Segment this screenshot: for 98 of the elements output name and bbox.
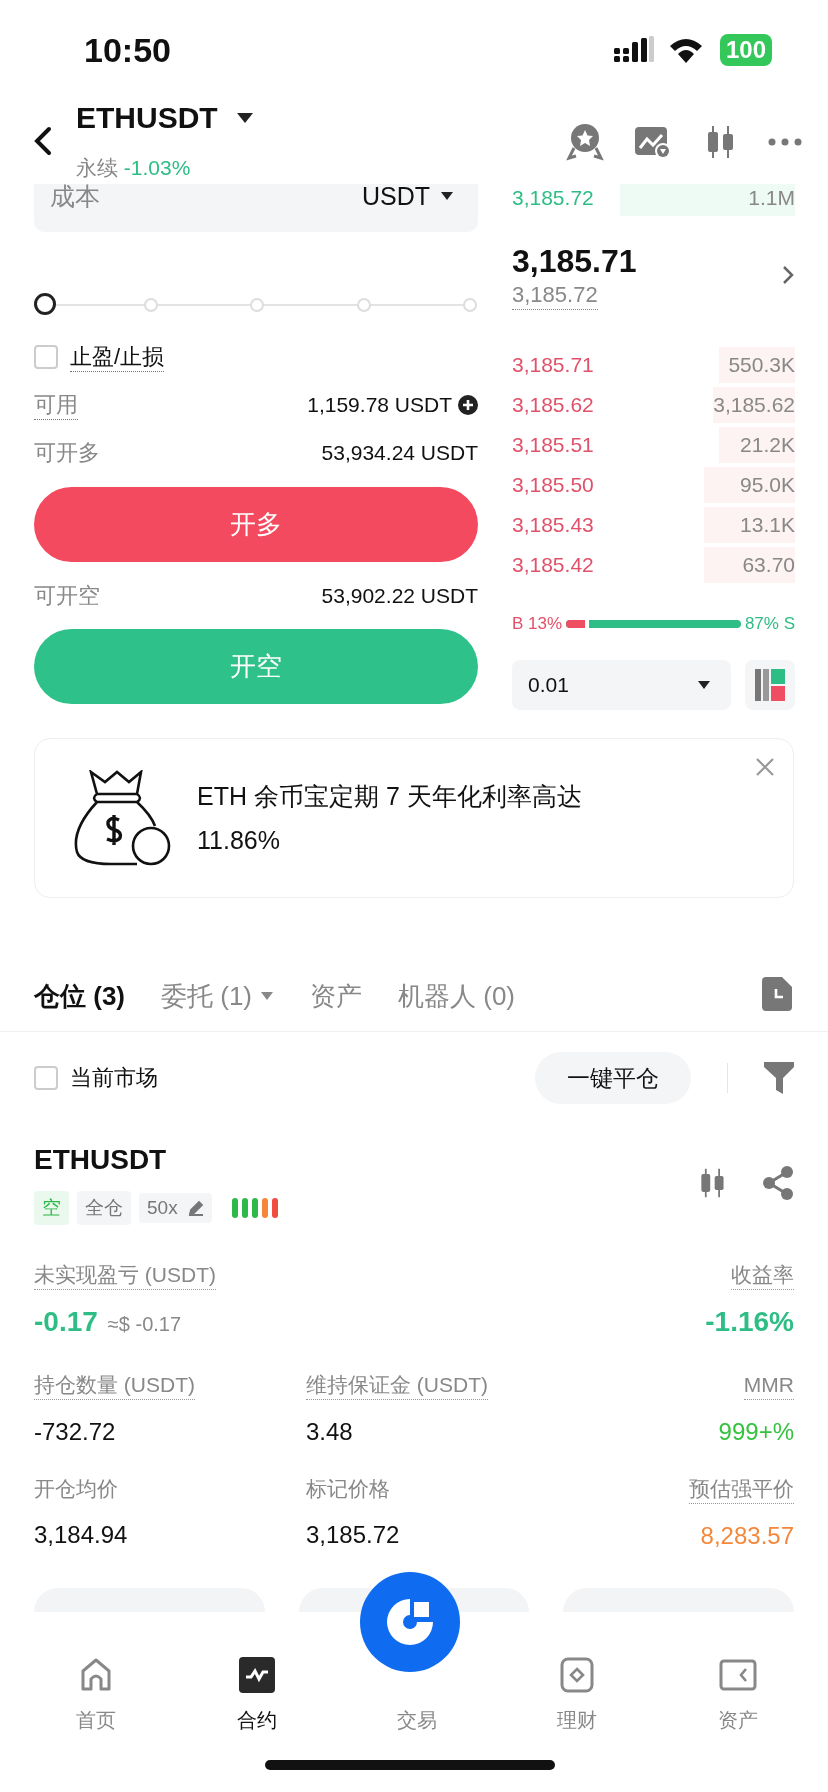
promo-rate: 11.86% [197, 825, 281, 856]
filter-label[interactable]: 当前市场 [70, 1063, 158, 1093]
checkbox[interactable] [34, 1066, 58, 1090]
caret-icon[interactable] [440, 191, 454, 201]
metric-label[interactable]: 未实现盈亏 (USDT) [34, 1260, 216, 1290]
battery-indicator: 100 [719, 34, 772, 66]
precision-value: 0.01 [528, 673, 569, 697]
metric-note: ≈$ -0.17 [107, 1312, 182, 1337]
chart-icon [238, 1657, 275, 1693]
nav-item[interactable]: 理财 [557, 1655, 598, 1734]
chevron-right-icon[interactable] [781, 264, 795, 286]
tp-sl-label[interactable]: 止盈/止损 [70, 342, 165, 372]
order-price[interactable]: 3,185.72 [512, 186, 594, 210]
side-tag: 空 [34, 1191, 69, 1225]
metric-label[interactable]: 持仓数量 (USDT) [34, 1370, 195, 1400]
tab[interactable]: 仓位 (3) [34, 978, 125, 1014]
share-icon[interactable] [762, 1166, 794, 1200]
checkbox[interactable] [34, 345, 58, 369]
max-long-value: 53,934.24 USDT [321, 441, 478, 465]
metric-value: -732.72 [34, 1417, 116, 1447]
metric-label[interactable]: 预估强平价 [689, 1474, 794, 1504]
slider-thumb[interactable] [34, 293, 56, 315]
edit-icon[interactable] [187, 1200, 204, 1216]
cost-label: 成本 [50, 184, 100, 212]
slider-stop[interactable] [143, 298, 158, 312]
chart-alert-icon[interactable] [634, 124, 672, 160]
nav-item[interactable]: 首页 [76, 1655, 117, 1734]
risk-meter [231, 1198, 278, 1218]
order-price[interactable]: 3,185.62 [512, 393, 594, 417]
metric-label[interactable]: 收益率 [731, 1260, 794, 1290]
margin-mode-tag: 全仓 [77, 1191, 131, 1225]
open-short-button[interactable]: 开空 [34, 629, 478, 704]
metric-label[interactable]: MMR [743, 1370, 794, 1400]
layout-button[interactable] [745, 660, 795, 710]
order-amount: 3,185.62 [713, 387, 795, 423]
max-short-value: 53,902.22 USDT [321, 584, 478, 608]
order-price[interactable]: 3,185.51 [512, 433, 594, 457]
symbol-title[interactable]: ETHUSDT [76, 100, 218, 136]
metric-label: 标记价格 [306, 1476, 390, 1502]
open-long-button[interactable]: 开多 [34, 487, 478, 562]
metric-label: 开仓均价 [34, 1476, 118, 1502]
tab[interactable]: 资产 [310, 978, 362, 1014]
layout-icon [755, 669, 785, 701]
order-amount: 21.2K [718, 427, 795, 463]
trade-fab-icon[interactable] [360, 1572, 460, 1672]
slider-stop[interactable] [356, 298, 371, 312]
medal-icon[interactable] [566, 122, 604, 162]
position-symbol[interactable]: ETHUSDT [34, 1142, 696, 1178]
caret-icon[interactable] [235, 112, 254, 124]
order-price[interactable]: 3,185.43 [512, 513, 594, 537]
wallet-icon [718, 1659, 757, 1691]
order-amount: 1.1M [619, 184, 795, 216]
available-value: 1,159.78 USDT [307, 393, 452, 417]
close-all-button[interactable]: 一键平仓 [535, 1052, 691, 1104]
nav-item[interactable]: 交易 [397, 1707, 437, 1734]
metric-value: 3,185.72 [306, 1520, 400, 1550]
promo-text[interactable]: ETH 余币宝定期 7 天年化利率高达 [197, 774, 582, 818]
nav-item[interactable]: 合约 [236, 1655, 277, 1734]
unit-label[interactable]: USDT [361, 184, 430, 211]
order-price[interactable]: 3,185.42 [512, 553, 594, 577]
max-long-label: 可开多 [34, 439, 100, 467]
tab[interactable]: 机器人 (0) [398, 978, 515, 1014]
cost-field[interactable]: 成本 USDT [34, 184, 478, 232]
metric-value: -0.17 [34, 1305, 98, 1339]
caret-icon[interactable] [697, 680, 711, 690]
order-price[interactable]: 3,185.50 [512, 473, 594, 497]
nav-item[interactable]: 资产 [717, 1655, 758, 1734]
order-amount: 63.70 [704, 547, 795, 583]
mark-price: 3,185.72 [512, 280, 598, 310]
metric-value: 3.48 [306, 1417, 353, 1447]
history-icon[interactable] [762, 977, 792, 1011]
metric-value: 999+% [718, 1417, 794, 1447]
price-change: -1.03% [123, 156, 191, 179]
status-time: 10:50 [84, 30, 172, 70]
slider-stop[interactable] [463, 298, 477, 312]
sell-ratio: 87% S [744, 614, 795, 634]
order-amount: 550.3K [718, 347, 795, 383]
leverage-tag[interactable]: 50x [139, 1193, 212, 1223]
more-icon[interactable] [768, 138, 802, 146]
metric-value: 3,184.94 [34, 1520, 128, 1550]
last-price: 3,185.71 [512, 241, 637, 281]
metric-value: 8,283.57 [700, 1521, 794, 1551]
contract-type: 永续 [76, 156, 118, 179]
metric-label[interactable]: 维持保证金 (USDT) [306, 1370, 488, 1400]
available-label: 可用 [34, 390, 78, 420]
order-amount: 95.0K [704, 467, 795, 503]
plus-icon[interactable] [458, 395, 478, 415]
close-icon[interactable] [755, 757, 775, 777]
max-short-label: 可开空 [34, 582, 100, 610]
order-price[interactable]: 3,185.71 [512, 353, 594, 377]
filter-icon[interactable] [764, 1062, 794, 1094]
tab[interactable]: 委托 (1) [161, 978, 274, 1014]
metric-value: -1.16% [705, 1305, 794, 1339]
signal-icon [613, 36, 654, 64]
slider-stop[interactable] [250, 298, 264, 312]
precision-dropdown[interactable]: 0.01 [512, 660, 731, 710]
buy-ratio: B 13% [512, 614, 563, 634]
order-amount: 13.1K [704, 507, 795, 543]
